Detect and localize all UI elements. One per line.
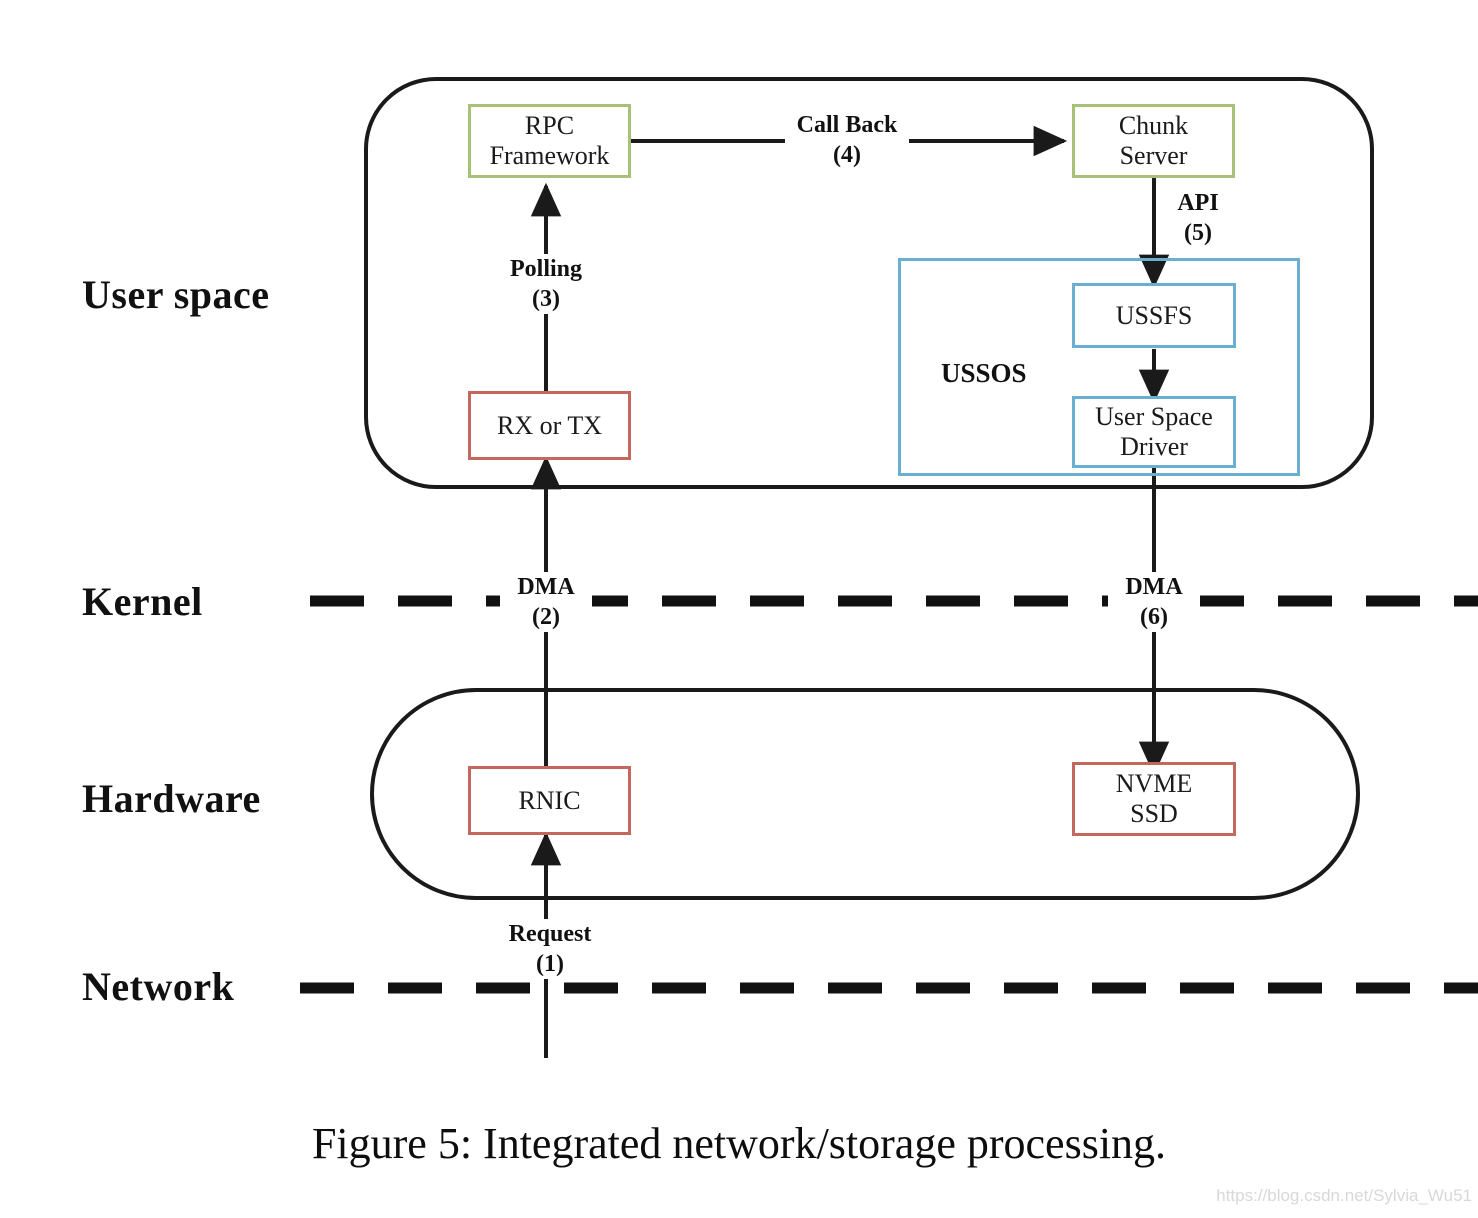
figure-caption: Figure 5: Integrated network/storage pro… (311, 1119, 1167, 1168)
layer-label-user-space: User space (82, 272, 270, 317)
edge-label-callback-name: Call Back (796, 112, 898, 138)
node-user-space-driver[interactable]: User Space Driver (1072, 396, 1236, 468)
edge-label-api: API (5) (1167, 188, 1229, 248)
node-chunk-server[interactable]: Chunk Server (1072, 104, 1235, 178)
edge-label-dma6-step: (6) (1140, 604, 1168, 630)
node-nvme-ssd-line1: NVME (1115, 769, 1193, 799)
edge-label-polling-name: Polling (509, 256, 582, 282)
edge-label-polling-step: (3) (532, 286, 560, 312)
node-rpc-framework-line1: RPC (524, 111, 575, 141)
layer-label-hardware: Hardware (82, 776, 261, 821)
node-rx-or-tx[interactable]: RX or TX (468, 391, 631, 460)
edge-label-request-step: (1) (536, 951, 564, 977)
edge-label-dma6: DMA (6) (1108, 572, 1200, 632)
layer-label-network: Network (82, 964, 235, 1009)
node-nvme-ssd-line2: SSD (1130, 799, 1178, 828)
diagram-canvas (300, 77, 1478, 1058)
node-user-space-driver-line1: User Space (1095, 402, 1213, 432)
edge-label-dma2: DMA (2) (500, 572, 592, 632)
node-rx-or-tx-line1: RX or TX (497, 410, 602, 440)
node-rpc-framework-line2: Framework (489, 141, 610, 170)
edge-label-request-name: Request (508, 921, 592, 947)
edge-label-dma2-name: DMA (517, 574, 575, 600)
ussos-group-label: USSOS (941, 358, 1027, 388)
node-user-space-driver-line2: Driver (1120, 432, 1188, 461)
node-nvme-ssd[interactable]: NVME SSD (1072, 762, 1236, 836)
node-rpc-framework[interactable]: RPC Framework (468, 104, 631, 178)
edge-label-api-step: (5) (1184, 220, 1212, 246)
node-rnic-line1: RNIC (518, 785, 581, 815)
node-rnic[interactable]: RNIC (468, 766, 631, 835)
edge-label-request: Request (1) (496, 919, 604, 979)
edge-label-callback-step: (4) (833, 142, 861, 168)
figure-root: User space Kernel Hardware Network USSOS… (0, 0, 1478, 1218)
edge-label-dma2-step: (2) (532, 604, 560, 630)
edge-label-api-name: API (1177, 190, 1219, 216)
watermark-text: https://blog.csdn.net/Sylvia_Wu51 (1216, 1186, 1472, 1205)
node-chunk-server-line1: Chunk (1118, 111, 1189, 141)
node-ussfs-line1: USSFS (1115, 300, 1193, 330)
layer-label-kernel: Kernel (82, 579, 203, 624)
node-chunk-server-line2: Server (1119, 141, 1188, 170)
edge-label-dma6-name: DMA (1125, 574, 1183, 600)
edge-label-callback: Call Back (4) (785, 110, 909, 170)
edge-label-polling: Polling (3) (494, 254, 598, 314)
node-ussfs[interactable]: USSFS (1072, 283, 1236, 348)
